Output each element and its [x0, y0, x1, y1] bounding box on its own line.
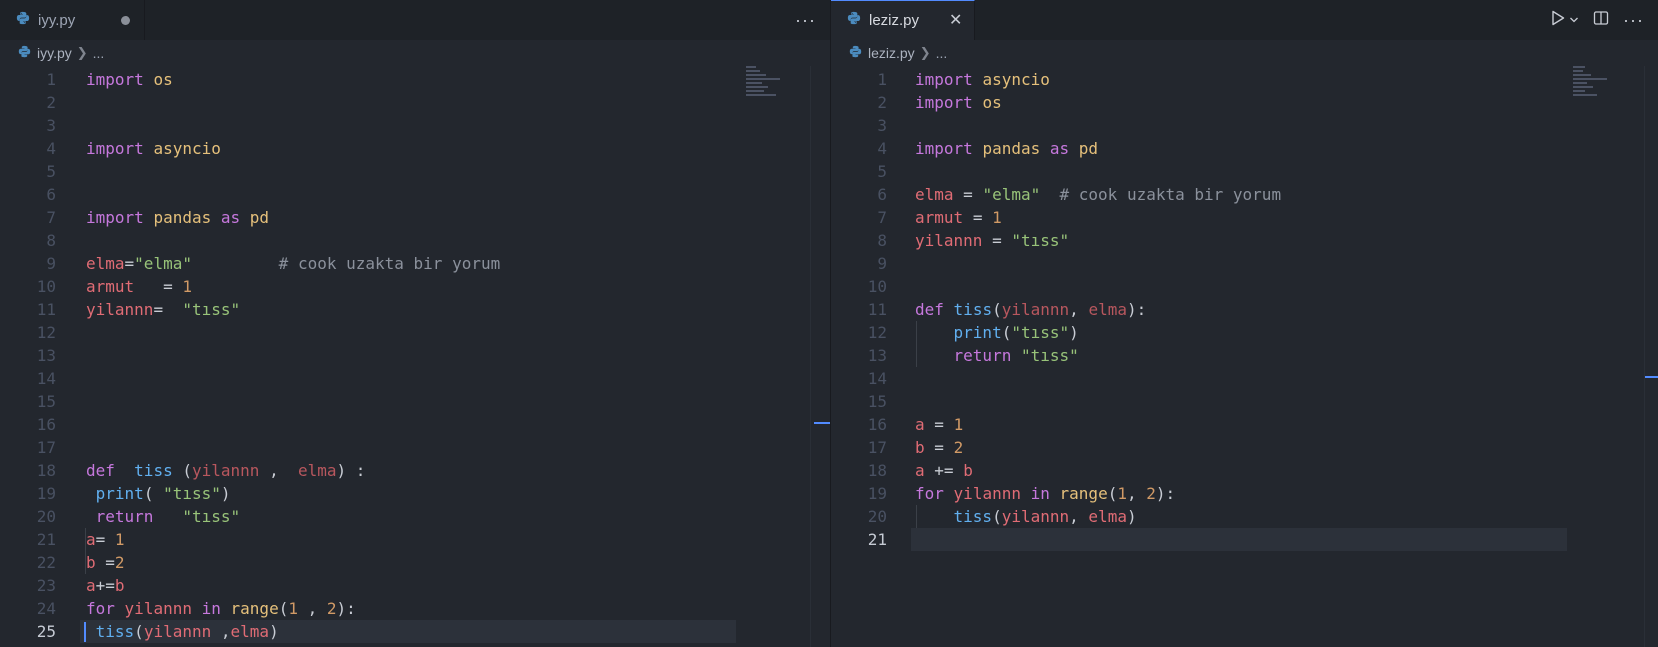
code-line: 16 a = 1: [867, 415, 964, 434]
code-line: 11 def tiss(yilannn, elma):: [867, 300, 1147, 319]
more-actions-icon[interactable]: ···: [1623, 10, 1644, 31]
python-file-icon: [16, 11, 30, 30]
code-line: 19 for yilannn in range(1, 2):: [867, 484, 1176, 503]
code-line: 11 yilannn= "tıss": [36, 300, 241, 319]
vertical-scrollbar[interactable]: [1644, 66, 1658, 647]
code-line: 2: [46, 93, 56, 112]
breadcrumb-symbols[interactable]: ...: [93, 45, 105, 61]
scrollbar-cursor-marker: [814, 422, 830, 424]
code-line: 6 elma = "elma" # cook uzakta bir yorum: [877, 185, 1282, 204]
code-line: 16: [36, 415, 56, 434]
code-line: 13 return "tıss": [867, 346, 1079, 365]
code-line: 15: [36, 392, 56, 411]
code-line: 3: [46, 116, 56, 135]
code-editor-right[interactable]: 1 import asyncio 2 import os 3 4 import pan…: [831, 68, 1658, 647]
scrollbar-cursor-marker: [1645, 376, 1658, 378]
tab-label: leziz.py: [869, 12, 920, 29]
code-line: 15: [867, 392, 887, 411]
code-line: 24 for yilannn in range(1 , 2):: [36, 599, 356, 618]
code-line: 12: [36, 323, 56, 342]
left-editor-actions: ···: [795, 0, 816, 40]
code-line: 22 b =2: [36, 553, 125, 572]
code-line: 12 print("tıss"): [867, 323, 1079, 342]
python-file-icon: [849, 45, 862, 61]
code-line: 9 elma="elma" # cook uzakta bir yorum: [46, 254, 501, 273]
code-line: 2 import os: [877, 93, 1002, 112]
code-line: 5: [877, 162, 887, 181]
split-editor-icon[interactable]: [1593, 10, 1609, 31]
close-icon[interactable]: ✕: [949, 12, 962, 29]
code-line: 18 def tiss (yilannn , elma) :: [36, 461, 366, 480]
unsaved-dot-icon[interactable]: [121, 15, 131, 25]
code-line: 17: [36, 438, 56, 457]
code-line: 10 armut = 1: [36, 277, 192, 296]
tab-leziz-py[interactable]: leziz.py ✕: [831, 0, 976, 40]
code-line-current: 25 tiss(yilannn ,elma): [36, 622, 279, 641]
code-line: 1 import os: [46, 70, 173, 89]
tab-label: iyy.py: [38, 11, 76, 29]
chevron-right-icon: ❯: [919, 45, 931, 60]
breadcrumb: iyy.py ❯ ...: [0, 41, 830, 65]
chevron-right-icon: ❯: [76, 45, 88, 60]
code-line: 6: [46, 185, 56, 204]
code-line: 1 import asyncio: [877, 70, 1050, 89]
chevron-down-icon[interactable]: [1569, 11, 1579, 29]
code-line: 7 armut = 1: [877, 208, 1002, 227]
code-line: 4 import asyncio: [46, 139, 221, 158]
minimap[interactable]: [1573, 66, 1609, 136]
code-line: 8 yilannn = "tıss": [877, 231, 1070, 250]
breadcrumb-file[interactable]: iyy.py: [37, 45, 72, 61]
code-line: 3: [877, 116, 887, 135]
python-file-icon: [18, 45, 31, 61]
code-line: 18 a += b: [867, 461, 973, 480]
code-line: 4 import pandas as pd: [877, 139, 1099, 158]
right-tab-bar: leziz.py ✕ ···: [831, 0, 1658, 40]
run-play-icon[interactable]: [1551, 10, 1565, 31]
code-editor-left[interactable]: 1 import os 2 3 4 import asyncio 5 6 7 impo…: [0, 68, 830, 647]
code-line: 7 import pandas as pd: [46, 208, 270, 227]
code-line: 20 tiss(yilannn, elma): [867, 507, 1137, 526]
code-line: 8: [46, 231, 56, 250]
code-line: 5: [46, 162, 56, 181]
left-tab-bar: iyy.py ···: [0, 0, 830, 40]
code-line: 17 b = 2: [867, 438, 964, 457]
code-line-current: 21: [867, 530, 887, 549]
breadcrumb: leziz.py ❯ ...: [831, 41, 1658, 65]
vertical-scrollbar[interactable]: [810, 66, 824, 647]
code-line: 19 print( "tıss"): [36, 484, 231, 503]
tab-iyy-py[interactable]: iyy.py: [0, 0, 146, 40]
code-line: 9: [877, 254, 887, 273]
code-line: 14: [867, 369, 887, 388]
code-line: 10: [867, 277, 887, 296]
right-editor-group: leziz.py ✕ ··· leziz.py ❯ ... 1 import as…: [831, 0, 1658, 647]
code-line: 21 a= 1: [36, 530, 125, 549]
code-line: 20 return "tıss": [36, 507, 241, 526]
code-line: 23 a+=b: [36, 576, 125, 595]
breadcrumb-file[interactable]: leziz.py: [868, 45, 915, 61]
minimap[interactable]: [746, 66, 782, 136]
left-editor-group: iyy.py ··· iyy.py ❯ ... 1 import os 2 3 4…: [0, 0, 830, 647]
more-actions-icon[interactable]: ···: [795, 10, 816, 31]
code-line: 13: [36, 346, 56, 365]
right-editor-actions: ···: [1551, 0, 1644, 40]
code-line: 14: [36, 369, 56, 388]
python-file-icon: [847, 11, 861, 30]
breadcrumb-symbols[interactable]: ...: [936, 45, 948, 61]
